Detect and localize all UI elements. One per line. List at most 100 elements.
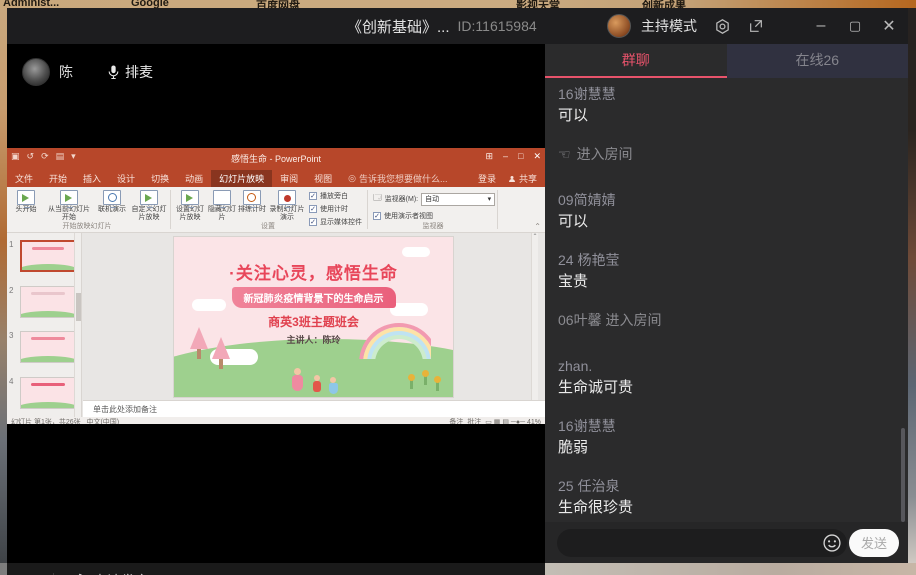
- ribbon-divider: [367, 190, 368, 229]
- chat-input[interactable]: [557, 529, 847, 557]
- close-button[interactable]: ✕: [880, 17, 898, 35]
- ppt-tab-insert: 插入: [75, 170, 109, 187]
- chat-tabs: 群聊 在线26: [545, 44, 908, 78]
- slide-scrollbar: ⌃: [531, 233, 538, 400]
- flower-shape: [410, 379, 413, 389]
- system-message: 06叶馨 进入房间: [558, 310, 901, 330]
- screen-share-video[interactable]: ▣ ↺ ⟳ ▤ ▾ 感悟生命 - PowerPoint ⊞ – □ ✕: [7, 100, 545, 527]
- ppt-titlebar: ▣ ↺ ⟳ ▤ ▾ 感悟生命 - PowerPoint ⊞ – □ ✕: [7, 148, 545, 170]
- use-presenter-view-checkbox: ✓使用演示者视图: [373, 211, 433, 221]
- minimize-button[interactable]: –: [812, 17, 830, 35]
- message-text: 生命诚可贵: [558, 377, 901, 399]
- flower-shape: [436, 381, 439, 391]
- slide-speaker-line: 主讲人：陈玲: [174, 333, 453, 346]
- ppt-setup-slideshow-button: 设置幻灯片放映: [173, 190, 207, 222]
- chat-message: 16谢慧慧 脆弱: [558, 416, 901, 459]
- desktop-icon-label: Administ...: [3, 0, 59, 8]
- slide-subtitle-banner: 新冠肺炎疫情背景下的生命启示: [232, 287, 396, 308]
- chat-message: 25 任治泉 生命很珍贵: [558, 476, 901, 519]
- thumb-number: 3: [9, 331, 13, 340]
- notes-toggle: 备注: [449, 419, 463, 424]
- slide-thumbnail: [20, 377, 76, 409]
- checkbox-checked-icon: ✓: [373, 212, 381, 220]
- record-slideshow-icon: [278, 190, 296, 205]
- host-avatar[interactable]: [607, 14, 631, 38]
- stage-pane: 陈 排麦 ▣ ↺ ⟳ ▤: [7, 44, 545, 527]
- screen: Administ... Google 百度网盘 影视天堂 创新成果 《创新基础》…: [0, 0, 916, 575]
- classroom-app-window: 《创新基础》... ID:11615984 主持模式 – ▢ ✕: [7, 8, 908, 563]
- comments-toggle: 批注: [467, 419, 481, 424]
- desktop-left-strip: [0, 8, 7, 563]
- chat-pane: 群聊 在线26 16谢慧慧 可以 ☜ 进入房间 09简婧婧 可以 24 杨艳莹: [545, 44, 908, 563]
- hand-icon: ☜: [558, 144, 571, 164]
- message-text: 生命很珍贵: [558, 497, 901, 519]
- slide-counter: 幻灯片 第1张，共26张: [11, 419, 81, 424]
- presenter-avatar[interactable]: [22, 58, 50, 86]
- tab-online-members[interactable]: 在线26: [727, 44, 909, 78]
- chat-scrollbar[interactable]: [901, 428, 905, 522]
- ppt-tab-animations: 动画: [177, 170, 211, 187]
- ppt-ribbon: 头开始 从当前幻灯片开始 联机演示 自定义幻灯片放映: [7, 187, 545, 233]
- checkbox-checked-icon: ✓: [309, 192, 317, 200]
- ppt-close-icon: ✕: [533, 151, 541, 162]
- menu-icon[interactable]: [781, 17, 796, 35]
- figure-head: [294, 368, 301, 375]
- ppt-ribbon-tabs: 文件 开始 插入 设计 切换 动画 幻灯片放映 审阅 视图 ◎告诉我您想要做什么…: [7, 170, 545, 187]
- notes-placeholder: 单击此处添加备注: [93, 404, 157, 415]
- desktop-icon-label: 创新成果: [642, 0, 686, 8]
- use-timings-checkbox: ✓使用计时: [309, 204, 362, 214]
- slide-class-line: 商英3班主题班会: [174, 313, 453, 330]
- slide-thumbnail-panel: 1 2 3 4 5: [7, 233, 82, 417]
- ppt-ribbon-options-icon: ⊞: [485, 151, 493, 162]
- mic-queue-button[interactable]: 排麦: [107, 62, 153, 82]
- ribbon-group3-label: 监视器: [373, 221, 493, 231]
- slide-thumbnail-selected: [20, 240, 76, 272]
- presenter-row: 陈 排麦: [7, 44, 545, 100]
- maximize-button[interactable]: ▢: [846, 17, 864, 35]
- ppt-tab-design: 设计: [109, 170, 143, 187]
- emoji-button[interactable]: [822, 533, 842, 553]
- chat-message-list[interactable]: 16谢慧慧 可以 ☜ 进入房间 09简婧婧 可以 24 杨艳莹 宝贵 06叶馨 …: [545, 78, 901, 522]
- ppt-minimize-icon: –: [503, 151, 508, 162]
- request-speak-button[interactable]: 申请发言: [68, 571, 149, 575]
- ppt-share: 共享: [519, 172, 537, 185]
- stage-bottom-bar: 申请发言: [7, 563, 545, 575]
- message-text: 宝贵: [558, 271, 901, 293]
- chat-input-bar: 发送: [545, 522, 908, 563]
- ppt-custom-slideshow-button: 自定义幻灯片放映: [129, 190, 169, 222]
- dropdown-arrow-icon: ▾: [488, 195, 492, 203]
- ppt-tab-slideshow-active: 幻灯片放映: [211, 170, 272, 187]
- host-mode-label: 主持模式: [641, 16, 697, 36]
- slideshow-current-icon: [60, 190, 78, 205]
- speaker-icon: [20, 572, 39, 575]
- sender-name: 16谢慧慧: [558, 416, 901, 437]
- powerpoint-window: ▣ ↺ ⟳ ▤ ▾ 感悟生命 - PowerPoint ⊞ – □ ✕: [7, 148, 545, 424]
- send-button[interactable]: 发送: [849, 529, 899, 557]
- popout-icon[interactable]: [747, 17, 765, 35]
- person-icon: [508, 175, 516, 183]
- rehearse-clock-icon: [243, 190, 261, 205]
- monitor-icon: 🗔: [373, 192, 382, 206]
- sender-name: 24 杨艳莹: [558, 250, 901, 271]
- current-slide: ·关注心灵，感悟生命 新冠肺炎疫情背景下的生命启示 商英3班主题班会 主讲人：陈…: [174, 237, 453, 397]
- settings-gear-icon[interactable]: [713, 17, 731, 35]
- ppt-window-title: 感悟生命 - PowerPoint: [7, 152, 545, 165]
- ppt-statusbar: 幻灯片 第1张，共26张 中文(中国) 备注 批注 ▭ ▦ ▤ ─●─ 41%: [7, 417, 545, 424]
- ribbon-divider: [170, 190, 171, 229]
- desktop-top-strip: Administ... Google 百度网盘 影视天堂 创新成果: [0, 0, 916, 8]
- desktop-icon-label: Google: [131, 0, 169, 8]
- tab-group-chat[interactable]: 群聊: [545, 44, 727, 78]
- ppt-hide-slide-button: 隐藏幻灯片: [207, 190, 237, 222]
- speaker-button[interactable]: [20, 572, 39, 575]
- language-indicator: 中文(中国): [86, 419, 119, 424]
- system-message: ☜ 进入房间: [558, 144, 901, 164]
- figure-body: [329, 383, 338, 394]
- message-text: 可以: [558, 211, 901, 233]
- flower-shape: [424, 375, 427, 385]
- lesson-title: 《创新基础》...: [347, 16, 450, 37]
- slide-thumbnail: [20, 331, 76, 363]
- presenter-view-row: ✓使用演示者视图: [373, 211, 433, 221]
- ppt-from-beginning-button: 头开始: [9, 190, 43, 214]
- figure-body: [292, 375, 303, 391]
- ppt-tab-view: 视图: [306, 170, 340, 187]
